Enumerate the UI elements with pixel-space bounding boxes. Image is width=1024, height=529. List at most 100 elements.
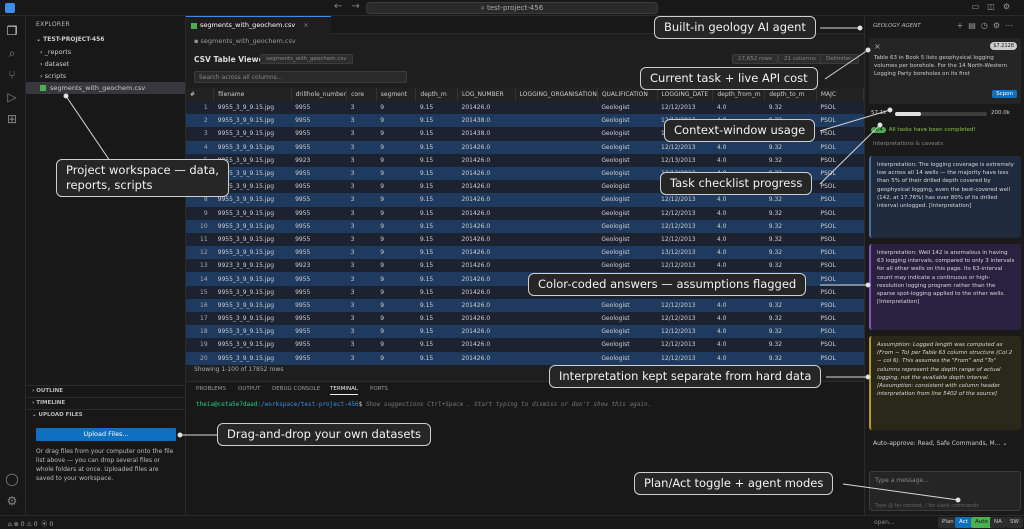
run-debug-icon[interactable]: ▷ [5,90,19,104]
close-icon[interactable]: × [303,21,308,29]
mode-na[interactable]: NA [990,517,1006,528]
table-row[interactable]: 59955_3_9_9.15.jpg9923399.15201426.0Geol… [186,153,864,167]
table-row[interactable]: 10 9955_3_9_9.15.jpg 9955 3 9 9.15 201426.0 Geo… [186,219,864,233]
tree-item-reports[interactable]: › _reports [26,46,185,58]
upload-section[interactable]: ⌄ UPLOAD FILES [26,409,186,420]
manage-gear-icon[interactable]: ⚙ [5,494,19,508]
act-toggle[interactable]: Act [955,517,972,528]
new-task-icon[interactable]: + [957,21,969,30]
table-cell: 9.15 [415,206,458,220]
table-search-input[interactable] [194,71,407,83]
back-arrow-icon[interactable]: ← [334,1,342,12]
column-header[interactable]: filename [213,88,292,101]
explorer-icon[interactable]: ❐ [5,24,19,38]
project-root[interactable]: ⌄ TEST-PROJECT-456 [26,34,185,46]
table-cell: 9955 [291,298,347,312]
table-row[interactable]: 11 9955_3_9_9.15.jpg 9955 3 9 9.15 201426.0 Geo… [186,232,864,247]
table-cell: 9955_3_9_9.15.jpg [213,351,292,365]
tree-item-label: segments_with_geochem.csv [50,84,146,92]
table-cell: 9955 [291,193,347,207]
answer-card-interpretation-2: Interpretation: Well 142 is anomalous in… [869,244,1021,330]
tab-problems[interactable]: PROBLEMS [196,386,226,392]
table-row[interactable]: 17 9955_3_9_9.15.jpg 9955 3 9 9.15 201426.0 Geo… [186,312,864,326]
more-icon[interactable]: ⋯ [1005,21,1018,30]
table-cell [515,259,598,273]
mode-sw[interactable]: SW [1006,517,1023,528]
ports-count: 0 [49,521,54,528]
table-cell: 9.32 [764,193,817,207]
terminal-prompt[interactable]: theia@ceta5e7daad:/workspace/test-projec… [196,401,651,408]
send-button[interactable]: Scpon [992,90,1017,98]
tab-output[interactable]: OUTPUT [238,386,260,392]
tab-ports[interactable]: PORTS [370,386,388,392]
command-center-search[interactable]: ⌕ test-project-456 [366,2,658,14]
table-cell: 9955_3_9_9.15.jpg [213,285,292,299]
table-cell: 3 [346,114,377,128]
settings-icon[interactable]: ⚙ [993,21,1005,30]
outline-section[interactable]: › OUTLINE [26,385,186,396]
tab-csv-file[interactable]: segments_with_geochem.csv × [186,16,331,34]
column-header[interactable]: LOG_NUMBER [457,88,516,101]
forward-arrow-icon[interactable]: → [351,1,359,12]
message-hint: Type @ for context, / for slash commands [875,503,979,509]
table-cell: 9955 [291,312,347,326]
table-row[interactable]: 12 9955_3_9_9.15.jpg 9955 3 9 9.15 201426.0 Geo… [186,246,864,260]
table-cell: 9955_3_9_9.15.jpg [213,325,292,339]
open-label[interactable]: open... [874,519,895,526]
search-icon[interactable]: ⌕ [5,46,19,60]
task-text: Table 63 in Book 5 lists geophysical log… [874,55,1008,77]
close-task-icon[interactable]: × [874,42,881,51]
task-checklist-status[interactable]: 4/4 All tasks have been completed! [871,127,976,133]
tree-item-dataset[interactable]: › dataset [26,58,185,70]
timeline-section[interactable]: › TIMELINE [26,397,186,408]
context-used: 57.1k [871,110,887,116]
table-row[interactable]: 8 9955_3_9_9.15.jpg 9955 3 9 9.15 201426.0 Geol… [186,193,864,207]
file-name-pill: segments_with_geochem.csv [260,54,353,64]
table-cell: 3 [346,180,377,194]
table-cell: 9.32 [764,219,817,233]
tree-item-csv-file[interactable]: segments_with_geochem.csv [26,82,185,94]
column-header[interactable]: # [186,88,215,101]
table-cell: 9.32 [764,246,817,260]
tree-item-scripts[interactable]: › scripts [26,70,185,82]
history-icon[interactable]: ◷ [981,21,993,30]
layout-icon[interactable]: ▭ [972,2,988,11]
source-control-icon[interactable]: ⑂ [5,68,19,82]
breadcrumb[interactable]: ▪ segments_with_geochem.csv [194,37,296,45]
table-row[interactable]: 4 9955_3_9_9.15.jpg 9955 3 9 9.15 201426.0 Geol… [186,140,864,154]
table-row[interactable]: 18 9955_3_9_9.15.jpg 9955 3 9 9.15 201426.0 Geo… [186,325,864,339]
table-cell: 4.0 [712,219,765,233]
column-header[interactable]: MAJC [816,88,864,101]
tab-terminal[interactable]: TERMINAL [330,386,358,395]
section-label: OUTLINE [36,388,63,394]
table-cell [515,232,598,247]
settings-icon[interactable]: ⚙ [1003,2,1018,11]
column-header[interactable]: core [346,88,377,101]
account-icon[interactable]: ◯ [5,472,19,486]
upload-files-button[interactable]: Upload Files... [36,428,176,441]
table-cell: Geologist [597,180,658,194]
column-header[interactable]: drillhole_number [291,88,348,101]
table-row[interactable]: 19 9955_3_9_9.15.jpg 9955 3 9 9.15 201426.0 Geo… [186,338,864,352]
split-icon[interactable]: ◫ [987,2,1003,11]
column-header[interactable]: segment [376,88,417,101]
tab-debug-console[interactable]: DEBUG CONSOLE [272,386,320,392]
auto-approve-row[interactable]: Auto-approve: Read, Safe Commands, M... … [873,440,1007,447]
table-row[interactable]: 1 9955_3_9_9.15.jpg 9955 3 9 9.15 201426.0 Geol… [186,101,864,115]
column-header[interactable]: depth_m [415,88,459,101]
table-row[interactable]: 20 9955_3_9_9.15.jpg 9955 3 9 9.15 201426.0 Geo… [186,351,864,365]
status-left[interactable]: ⌂ ⊗ 0 ⚠ 0 ⦿ 0 [8,519,53,528]
mode-auto[interactable]: Auto [971,517,992,528]
table-row[interactable]: 9 9955_3_9_9.15.jpg 9955 3 9 9.15 201426.0 Geol… [186,206,864,220]
row-number: 10 [186,219,214,233]
extensions-icon[interactable]: ⊞ [5,112,19,126]
column-header[interactable]: LOGGING_ORGANISATION [515,88,598,101]
table-cell: 9 [376,219,416,233]
error-icon: ⊗ [13,521,19,528]
table-cell [515,206,598,220]
table-row[interactable]: 16 9955_3_9_9.15.jpg 9955 3 9 9.15 201426.0 Geo… [186,298,864,312]
list-icon[interactable]: ▤ [968,21,981,30]
table-row[interactable]: 13 9923_3_9_9.15.jpg 9923 3 9 9.15 201426.0 Geo… [186,259,864,273]
remote-icon[interactable]: ⌂ [8,521,12,528]
delimiter-pill[interactable]: Delimiter: [820,54,860,64]
